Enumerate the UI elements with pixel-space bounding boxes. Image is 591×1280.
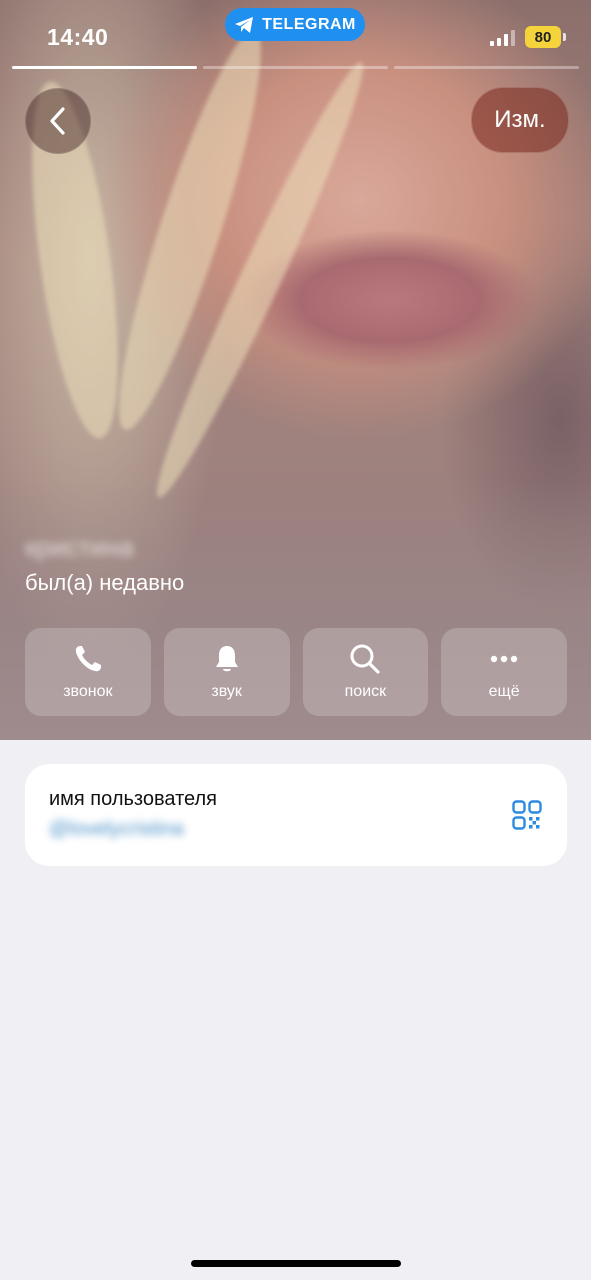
- username-value[interactable]: @lovelycristina: [49, 818, 184, 841]
- chevron-left-icon: [50, 107, 65, 135]
- signal-icon: [490, 30, 516, 46]
- search-button[interactable]: поиск: [302, 628, 429, 716]
- call-button[interactable]: звонок: [25, 628, 151, 716]
- battery-icon: [563, 33, 566, 41]
- photo-detail: [96, 21, 284, 439]
- phone-icon: [75, 646, 101, 672]
- sound-button-label: звук: [211, 683, 242, 700]
- telegram-icon: [235, 16, 254, 33]
- username-label: имя пользователя: [49, 788, 217, 810]
- home-indicator[interactable]: [191, 1260, 401, 1267]
- status-time: 14:40: [47, 24, 109, 50]
- status-bar: 14:40 TELEGRAM 80: [0, 0, 591, 70]
- profile-name: кристина: [25, 532, 134, 562]
- search-icon: [350, 644, 380, 674]
- action-bar: звонок звук поиск ещё: [25, 628, 567, 716]
- telegram-pill[interactable]: TELEGRAM: [225, 8, 365, 41]
- qr-code-icon[interactable]: [512, 800, 542, 830]
- call-button-label: звонок: [63, 683, 113, 700]
- back-button[interactable]: [25, 88, 91, 154]
- bell-icon: [215, 646, 238, 672]
- story-progress: [12, 66, 579, 70]
- telegram-pill-label: TELEGRAM: [262, 15, 356, 33]
- edit-button[interactable]: Изм.: [471, 87, 569, 153]
- profile-status: был(а) недавно: [25, 570, 185, 595]
- more-button-label: ещё: [488, 683, 520, 700]
- more-icon: [490, 655, 518, 663]
- more-button[interactable]: ещё: [441, 628, 567, 716]
- search-button-label: поиск: [344, 683, 387, 700]
- battery-level: 80: [525, 26, 561, 48]
- username-card[interactable]: имя пользователя @lovelycristina: [25, 764, 567, 866]
- sound-button[interactable]: звук: [163, 628, 290, 716]
